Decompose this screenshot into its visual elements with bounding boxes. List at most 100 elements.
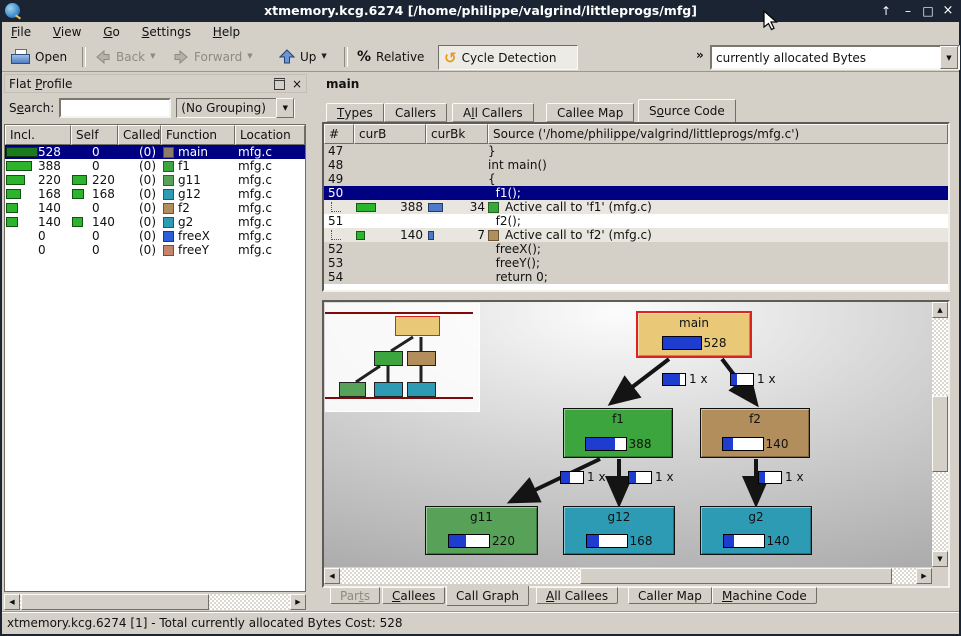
tab-callee-map[interactable]: Callee Map — [546, 103, 634, 122]
edge-label-f2-g2: 1 x — [758, 470, 804, 484]
relative-toggle[interactable]: % Relative — [352, 45, 429, 68]
menu-go[interactable]: Go — [94, 22, 129, 43]
tab-all-callers[interactable]: All Callers — [452, 103, 534, 122]
dock-float-icon[interactable] — [274, 78, 285, 90]
call-graph-canvas[interactable]: main 528 f1 388 f2 140 g11 220 g12 168 g… — [324, 302, 932, 567]
scrollbar-thumb[interactable] — [580, 568, 892, 584]
table-row-main[interactable]: 528 0 (0) main mfg.c — [5, 145, 305, 159]
source-call-line-f1[interactable]: 388 34 Active call to 'f1' (mfg.c) — [324, 200, 948, 214]
up-button[interactable]: Up ▼ — [274, 45, 332, 68]
table-row-g2[interactable]: 140 140 (0) g2 mfg.c — [5, 215, 305, 229]
view-tabbar: Parts Callees Call Graph All Callees Cal… — [322, 587, 950, 608]
scroll-up-icon[interactable]: ▲ — [932, 302, 948, 318]
column-source[interactable]: Source ('/home/philippe/valgrind/littlep… — [488, 124, 948, 144]
tab-caller-map[interactable]: Caller Map — [628, 587, 712, 604]
table-row-g12[interactable]: 168 168 (0) g12 mfg.c — [5, 187, 305, 201]
column-location[interactable]: Location — [235, 125, 305, 145]
table-row-f1[interactable]: 388 0 (0) f1 mfg.c — [5, 159, 305, 173]
source-line-selected[interactable]: 50 f1(); — [324, 186, 948, 200]
toolbar: Open Back ▼ Forward ▼ Up ▼ % Relative ↺ … — [2, 43, 959, 72]
grouping-dropdown-icon[interactable]: ▼ — [276, 98, 294, 118]
graph-node-g2[interactable]: g2 140 — [700, 506, 812, 555]
tab-call-graph[interactable]: Call Graph — [446, 586, 529, 606]
tab-machine-code[interactable]: Machine Code — [712, 587, 817, 604]
column-called[interactable]: Called — [118, 125, 161, 145]
call-graph-minimap[interactable] — [325, 303, 480, 412]
graph-hscrollbar[interactable]: ◀ ▶ — [324, 568, 932, 584]
back-button[interactable]: Back ▼ — [90, 45, 161, 68]
column-function[interactable]: Function — [161, 125, 235, 145]
column-self[interactable]: Self — [71, 125, 118, 145]
event-type-combobox[interactable]: currently allocated Bytes ▼ — [710, 45, 960, 70]
source-line[interactable]: 47} — [324, 144, 948, 158]
up-arrow-icon — [279, 49, 295, 64]
graph-node-g11[interactable]: g11 220 — [425, 506, 538, 555]
source-line[interactable]: 49{ — [324, 172, 948, 186]
column-incl[interactable]: Incl. — [5, 125, 71, 145]
scroll-left-icon[interactable]: ◀ — [324, 568, 340, 584]
grouping-combobox[interactable]: (No Grouping) ▼ — [176, 98, 295, 118]
up-label: Up — [300, 50, 316, 64]
function-color-icon — [488, 230, 499, 241]
tab-parts[interactable]: Parts — [330, 587, 380, 604]
tab-callees[interactable]: Callees — [382, 587, 445, 604]
source-line[interactable]: 51 f2(); — [324, 214, 948, 228]
source-call-line-f2[interactable]: 140 7 Active call to 'f2' (mfg.c) — [324, 228, 948, 242]
edge-label-f1-g12: 1 x — [628, 470, 674, 484]
forward-button[interactable]: Forward ▼ — [168, 45, 258, 68]
table-row-g11[interactable]: 220 220 (0) g11 mfg.c — [5, 173, 305, 187]
source-line[interactable]: 54 return 0; — [324, 270, 948, 284]
source-line[interactable]: 53 freeY(); — [324, 256, 948, 270]
tree-branch-icon — [331, 202, 341, 212]
dock-close-icon[interactable]: × — [292, 77, 302, 91]
title-bar[interactable]: xtmemory.kcg.6274 [/home/philippe/valgri… — [0, 0, 961, 22]
up-dropdown-icon[interactable]: ▼ — [321, 53, 326, 60]
minimize-button[interactable]: – — [899, 2, 917, 20]
scroll-right-icon[interactable]: ▶ — [916, 568, 932, 584]
minimap-node — [339, 382, 366, 397]
column-line[interactable]: # — [324, 124, 354, 144]
column-curbk[interactable]: curBk — [426, 124, 488, 144]
flat-profile-hscrollbar[interactable]: ◀ ▶ — [4, 594, 306, 610]
cycle-detection-toggle[interactable]: ↺ Cycle Detection — [438, 45, 578, 70]
status-bar: xtmemory.kcg.6274 [1] - Total currently … — [2, 611, 959, 634]
forward-dropdown-icon[interactable]: ▼ — [247, 53, 252, 60]
table-row-freeY[interactable]: 0 0 (0) freeY mfg.c — [5, 243, 305, 257]
source-line[interactable]: 52 freeX(); — [324, 242, 948, 256]
table-row-f2[interactable]: 140 0 (0) f2 mfg.c — [5, 201, 305, 215]
shade-button[interactable]: ↑ — [877, 2, 895, 20]
graph-node-f1[interactable]: f1 388 — [563, 408, 673, 458]
scroll-down-icon[interactable]: ▼ — [932, 551, 948, 567]
scroll-left-icon[interactable]: ◀ — [4, 594, 20, 610]
search-input[interactable] — [59, 98, 171, 118]
open-button[interactable]: Open — [6, 45, 72, 68]
graph-node-main[interactable]: main 528 — [636, 311, 752, 358]
combobox-dropdown-icon[interactable]: ▼ — [940, 46, 958, 69]
graph-node-g12[interactable]: g12 168 — [563, 506, 675, 555]
menu-file[interactable]: File — [2, 22, 40, 43]
application-window: xtmemory.kcg.6274 [/home/philippe/valgri… — [0, 0, 961, 636]
dock-titlebar[interactable]: Flat Profile × — [4, 74, 307, 93]
menu-view[interactable]: View — [44, 22, 90, 43]
scrollbar-thumb[interactable] — [932, 396, 948, 472]
graph-node-f2[interactable]: f2 140 — [700, 408, 810, 458]
toolbar-separator — [344, 47, 348, 67]
close-button[interactable]: × — [939, 2, 957, 20]
source-line[interactable]: 48int main() — [324, 158, 948, 172]
tab-all-callees[interactable]: All Callees — [536, 587, 618, 604]
back-dropdown-icon[interactable]: ▼ — [150, 53, 155, 60]
menu-help[interactable]: Help — [204, 22, 249, 43]
maximize-button[interactable]: □ — [919, 2, 937, 20]
scroll-right-icon[interactable]: ▶ — [290, 594, 306, 610]
tab-source-code[interactable]: Source Code — [638, 99, 736, 122]
minimap-node — [407, 351, 436, 366]
tab-callers[interactable]: Callers — [384, 103, 447, 122]
relative-label: Relative — [376, 50, 424, 64]
toolbar-overflow-chevron[interactable]: » — [696, 48, 704, 62]
scrollbar-thumb[interactable] — [21, 594, 209, 610]
graph-vscrollbar[interactable]: ▲ ▼ — [932, 302, 948, 567]
tab-types[interactable]: Types — [326, 103, 384, 122]
column-curb[interactable]: curB — [354, 124, 426, 144]
table-row-freeX[interactable]: 0 0 (0) freeX mfg.c — [5, 229, 305, 243]
menu-settings[interactable]: Settings — [133, 22, 200, 43]
